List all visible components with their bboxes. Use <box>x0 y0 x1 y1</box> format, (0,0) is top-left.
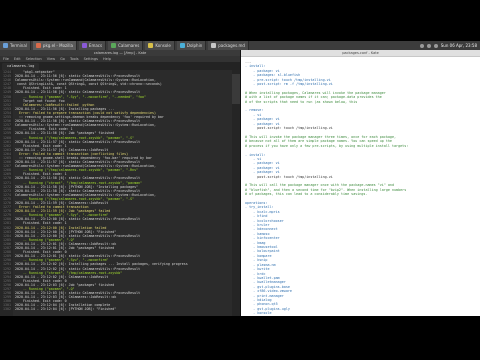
taskbar: Terminal pkg.el - Mozilla Emacs Calamares Ko… <box>0 41 480 50</box>
config-text-area[interactable]: --- - install: - package: vi - packages: … <box>241 57 480 316</box>
log-text-area[interactable]: "pkg1-netpacker" 2020-04-14 - 23:11:56 [6… <box>13 70 232 316</box>
task-label: Konsole <box>155 43 171 48</box>
line-number-gutter: 1244 1245 1246 1247 1248 1249 1250 1251 1252 1253… <box>0 70 13 316</box>
battery-icon[interactable] <box>433 43 438 48</box>
log-line: 2020-04-14 - 23:12:04 [6]: [PYTHON JOB]:… <box>15 307 117 312</box>
app-icon <box>3 43 8 48</box>
editor-tab[interactable]: calamares.log <box>2 63 40 70</box>
task-label: Emacs <box>88 43 103 48</box>
clock[interactable]: Sun 06 Apr, 23:58 <box>441 43 477 48</box>
app-icon <box>35 43 41 48</box>
letterbox-top <box>0 0 480 41</box>
log-editor-window: calamares.log — [/tmp] - Kate File Edit Se… <box>0 50 241 316</box>
menu-item[interactable]: Settings <box>84 56 98 62</box>
system-tray: Sun 06 Apr, 23:58 <box>419 43 480 48</box>
desktop-screen: Terminal pkg.el - Mozilla Emacs Calamares Ko… <box>0 41 480 316</box>
menu-item[interactable]: Go <box>60 56 65 62</box>
taskbar-task[interactable]: Dolphin <box>176 41 207 50</box>
task-label: pkg.el - Mozilla <box>42 43 73 48</box>
menu-item[interactable]: Selection <box>26 56 42 62</box>
menu-item[interactable]: View <box>47 56 55 62</box>
taskbar-task[interactable]: Calamares <box>108 41 144 50</box>
letterbox-bottom <box>0 316 480 360</box>
taskbar-task[interactable]: pkg.el - Mozilla <box>32 41 77 50</box>
app-icon <box>211 43 217 48</box>
app-icon <box>179 43 185 48</box>
task-label: Dolphin <box>186 43 203 48</box>
menu-item[interactable]: Help <box>103 56 111 62</box>
app-icon <box>81 43 87 48</box>
config-viewer-window: packages.conf - Kate --- - install: - pac… <box>241 50 480 316</box>
taskbar-task[interactable]: Konsole <box>145 41 175 50</box>
task-label: Terminal <box>10 43 27 48</box>
taskbar-task[interactable]: Emacs <box>78 41 107 50</box>
volume-icon[interactable] <box>426 43 431 48</box>
menu-item[interactable]: Tools <box>70 56 79 62</box>
editor-body: 1244 1245 1246 1247 1248 1249 1250 1251 1252 1253… <box>0 70 240 316</box>
network-icon[interactable] <box>419 43 424 48</box>
task-label: Calamares <box>118 43 140 48</box>
viewer-title: packages.conf - Kate <box>241 50 480 57</box>
editor-tabbar: calamares.log <box>0 62 240 70</box>
app-icon <box>111 43 117 48</box>
scrollbar-thumb[interactable] <box>232 74 240 104</box>
taskbar-task[interactable]: Terminal <box>0 41 31 50</box>
taskbar-task[interactable]: packages.md <box>208 41 249 50</box>
task-label: packages.md <box>218 43 245 48</box>
menu-item[interactable]: File <box>3 56 9 62</box>
app-icon <box>148 43 154 48</box>
line-number: 1302 <box>3 307 11 312</box>
editor-scrollbar[interactable] <box>232 70 240 316</box>
task-list: Terminal pkg.el - Mozilla Emacs Calamares Ko… <box>0 41 251 50</box>
menu-item[interactable]: Edit <box>14 56 21 62</box>
